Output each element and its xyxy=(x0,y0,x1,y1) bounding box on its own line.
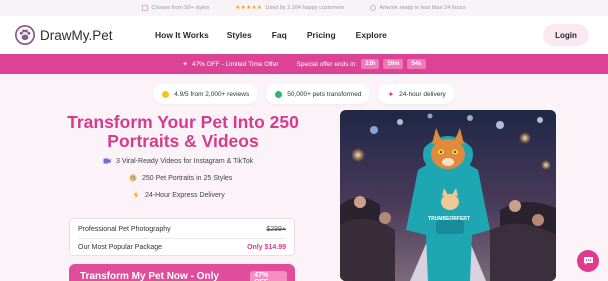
feature-item: 3 Viral-Ready Videos for Instagram & Tik… xyxy=(103,157,253,165)
nav-link-pricing[interactable]: Pricing xyxy=(307,30,336,40)
feature-text: 250 Pet Portraits in 25 Styles xyxy=(142,174,233,182)
timer-seconds: 54s xyxy=(407,59,426,69)
badge-text: 50,000+ pets transformed xyxy=(287,90,362,98)
promo-bar: ✦ 47% OFF - Limited Time Offer Special o… xyxy=(0,54,608,74)
hoodie-print-text: TRUMBEORFERT xyxy=(428,216,470,222)
logo[interactable]: DrawMy.Pet xyxy=(15,25,113,45)
price-row-label: Professional Pet Photography xyxy=(78,226,171,233)
clock-icon xyxy=(370,5,377,11)
cta-label: Transform My Pet Now - Only $14.99 xyxy=(80,271,219,281)
navbar: DrawMy.Pet How It Works Styles Faq Prici… xyxy=(0,16,608,54)
paw-logo-icon xyxy=(15,25,35,45)
top-info-item: ★★★★★ Used by 2,164 happy customers xyxy=(235,5,344,11)
hero-title: Transform Your Pet Into 250 Portraits & … xyxy=(67,112,299,151)
price-row: Professional Pet Photography $299+ xyxy=(78,223,286,236)
feature-list: 3 Viral-Ready Videos for Instagram & Tik… xyxy=(103,157,253,199)
cat-runway-illustration: TRUMBEORFERT xyxy=(340,110,556,281)
timer-minutes: 59m xyxy=(383,59,404,69)
chat-bubble-icon xyxy=(583,257,593,265)
top-info-text: Choose from 50+ styles xyxy=(151,5,210,11)
badge-pets: 50,000+ pets transformed xyxy=(266,84,371,104)
video-icon xyxy=(103,158,111,164)
hero-pet-image: TRUMBEORFERT xyxy=(340,110,556,281)
discount-badge: 47% OFF xyxy=(250,271,287,281)
check-square-icon xyxy=(142,5,149,11)
sparkle-icon: ✦ xyxy=(182,61,188,68)
check-badge-icon xyxy=(275,90,283,98)
top-info-strip: Choose from 50+ styles ★★★★★ Used by 2,1… xyxy=(0,0,608,16)
feature-text: 24-Hour Express Delivery xyxy=(145,191,225,199)
trust-badges: 4.9/5 from 2,000+ reviews 50,000+ pets t… xyxy=(0,84,608,106)
price-comparison: Professional Pet Photography $299+ Our M… xyxy=(69,218,295,256)
star-badge-icon xyxy=(162,90,170,98)
nav-link-how-it-works[interactable]: How It Works xyxy=(155,30,209,40)
nav-link-faq[interactable]: Faq xyxy=(272,30,287,40)
brand-name: DrawMy.Pet xyxy=(40,27,113,43)
lightning-icon xyxy=(133,191,139,199)
feature-item: 24-Hour Express Delivery xyxy=(132,191,253,199)
top-info-text: Artwork ready in less than 24 hours xyxy=(379,5,466,11)
chat-button[interactable] xyxy=(577,250,599,272)
top-info-item: Choose from 50+ styles xyxy=(142,5,209,11)
timer-hours: 23h xyxy=(361,59,380,69)
transform-cta-button[interactable]: Transform My Pet Now - Only $14.99 47% O… xyxy=(69,264,295,281)
palette-icon xyxy=(129,174,137,182)
badge-text: 4.9/5 from 2,000+ reviews xyxy=(174,90,250,98)
login-button[interactable]: Login xyxy=(543,24,589,46)
top-info-item: Artwork ready in less than 24 hours xyxy=(370,5,466,11)
nav-link-styles[interactable]: Styles xyxy=(227,30,252,40)
promo-offer-text: 47% OFF - Limited Time Offer xyxy=(191,60,279,68)
badge-text: 24-hour delivery xyxy=(399,90,446,98)
badge-delivery: ✦ 24-hour delivery xyxy=(378,84,455,104)
price-row-label: Our Most Popular Package xyxy=(78,243,163,251)
nav-link-explore[interactable]: Explore xyxy=(356,30,387,40)
price-row: Our Most Popular Package Only $14.99 xyxy=(78,238,286,251)
badge-reviews: 4.9/5 from 2,000+ reviews xyxy=(153,84,259,104)
feature-item: 250 Pet Portraits in 25 Styles xyxy=(129,174,253,182)
nav-links: How It Works Styles Faq Pricing Explore xyxy=(155,30,387,40)
feature-text: 3 Viral-Ready Videos for Instagram & Tik… xyxy=(116,157,254,165)
stars-icon: ★★★★★ xyxy=(235,5,263,11)
top-info-text: Used by 2,164 happy customers xyxy=(265,5,345,11)
promo-ends-label: Special offer ends in: xyxy=(296,60,358,68)
sparkle-icon: ✦ xyxy=(387,89,395,99)
old-price: $299+ xyxy=(266,226,286,233)
sale-price: Only $14.99 xyxy=(247,243,286,251)
